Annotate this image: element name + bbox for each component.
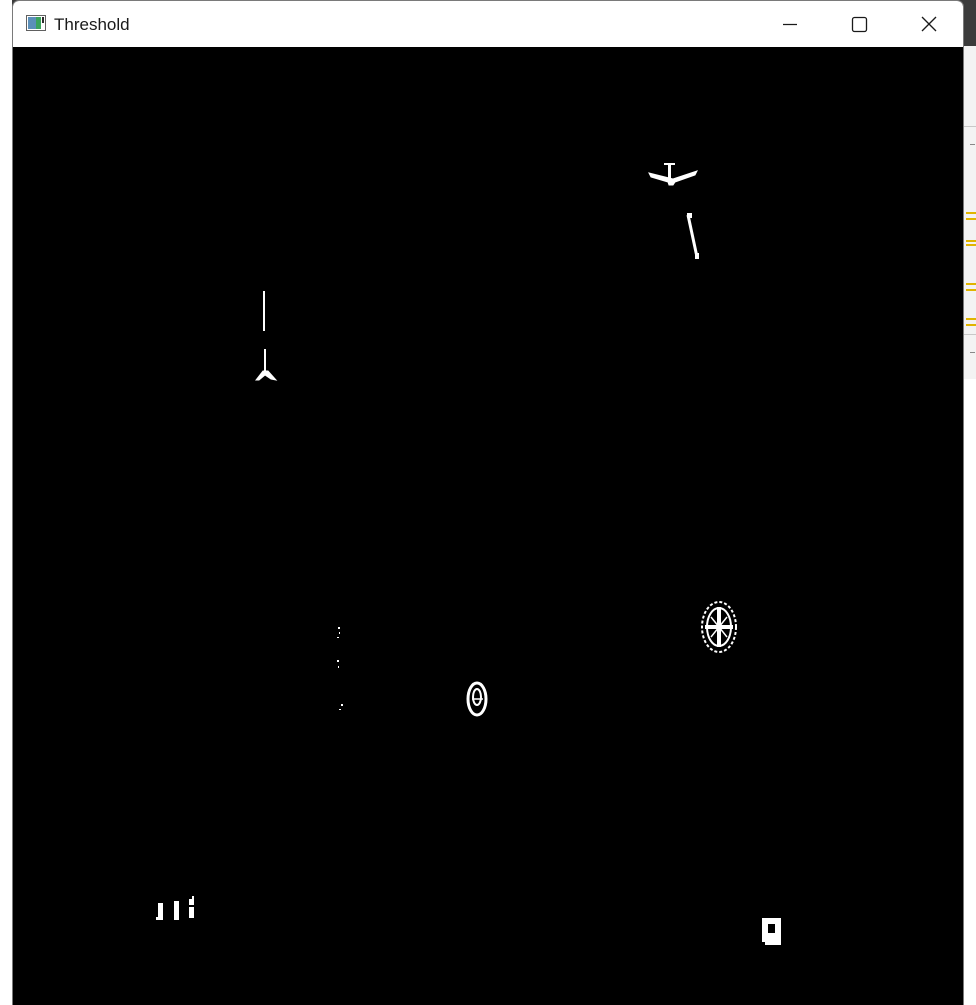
- background-desktop-left: [0, 0, 12, 1005]
- white-blob-oval: [466, 681, 488, 717]
- white-blob-emblem: [701, 601, 737, 653]
- binary-image: [156, 163, 781, 945]
- maximize-icon: [851, 16, 868, 33]
- minimize-button[interactable]: [755, 1, 823, 47]
- minimize-icon: [783, 23, 797, 26]
- window-title: Threshold: [54, 15, 130, 34]
- close-button[interactable]: [893, 1, 961, 47]
- opencv-window-icon: [26, 15, 46, 31]
- white-blob-stick: [686, 213, 699, 259]
- title-bar[interactable]: Threshold: [13, 1, 963, 47]
- white-blob-pole: [254, 291, 278, 381]
- background-app-window: [963, 46, 976, 379]
- white-blob-bars: [156, 896, 194, 920]
- white-blob-square: [762, 918, 781, 945]
- background-desktop-right: [963, 379, 976, 1005]
- white-blob-airplane: [648, 163, 698, 186]
- white-specks: [337, 627, 343, 710]
- threshold-window: Threshold: [12, 0, 964, 1005]
- close-icon: [921, 16, 937, 32]
- maximize-button[interactable]: [823, 1, 891, 47]
- threshold-image-canvas[interactable]: [13, 47, 963, 1005]
